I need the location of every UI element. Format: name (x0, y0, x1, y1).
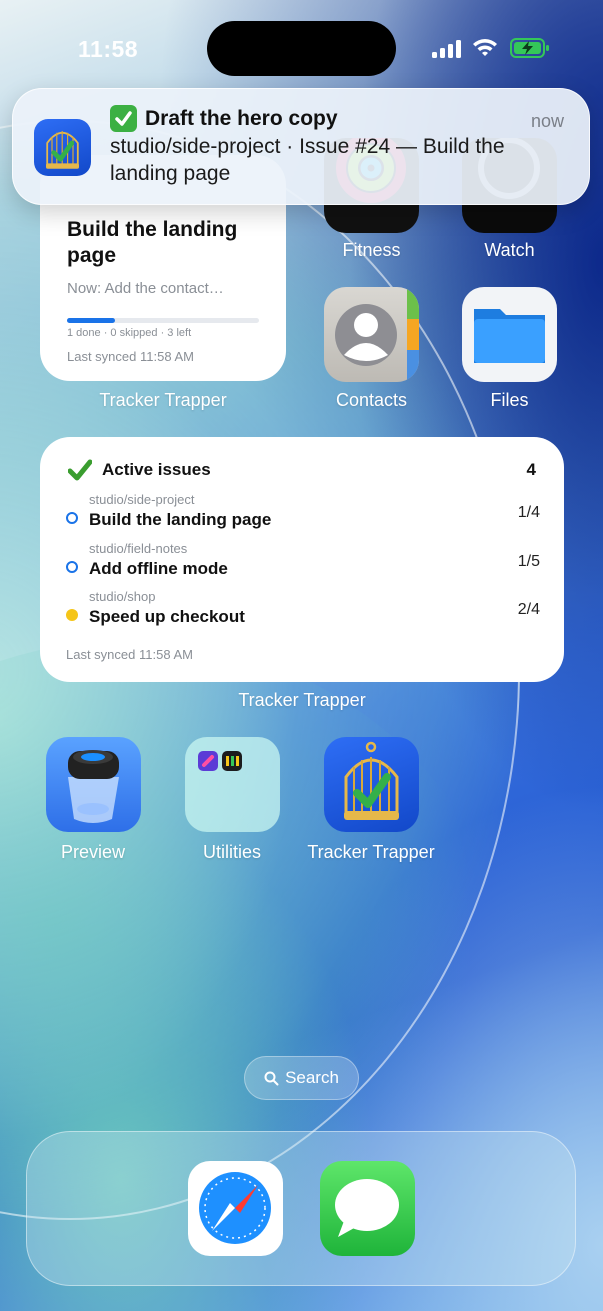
battery-charging-icon (510, 38, 549, 58)
notification-title-text: Draft the hero copy (145, 106, 338, 130)
files-label: Files (490, 390, 529, 410)
wifi-icon (473, 39, 497, 56)
issue-row[interactable]: studio/side-project Build the landing pa… (66, 492, 540, 536)
widget-last-synced: Last synced 11:58 AM (67, 349, 194, 364)
messages-app-icon[interactable] (320, 1161, 415, 1256)
active-issues-widget[interactable]: Active issues 4 studio/side-project Buil… (40, 437, 564, 682)
issue-row[interactable]: studio/shop Speed up checkout 2/4 (66, 589, 540, 633)
search-label: Search (285, 1068, 339, 1087)
home-search-button[interactable]: Search (244, 1056, 359, 1100)
widget-progress-bar (67, 318, 259, 323)
status-time: 11:58 (78, 36, 139, 62)
contacts-label: Contacts (335, 390, 408, 410)
preview-app-icon[interactable] (46, 737, 141, 832)
tracker-trapper-notification-icon (34, 119, 91, 176)
active-issues-count: 4 (526, 460, 536, 479)
small-widget-caption: Tracker Trapper (99, 390, 227, 410)
widget-progress-stats: 1 done · 0 skipped · 3 left (67, 327, 192, 339)
active-issues-header: Active issues (68, 459, 211, 481)
widget-current-task: Now: Add the contact… (67, 280, 224, 297)
issue-name: Speed up checkout (89, 607, 245, 626)
dock (26, 1131, 576, 1286)
active-issues-last-synced: Last synced 11:58 AM (66, 647, 193, 662)
watch-label: Watch (484, 240, 535, 260)
issue-repo: studio/field-notes (89, 541, 188, 556)
safari-app-icon[interactable] (188, 1161, 283, 1256)
status-bar: 11:58 (0, 0, 603, 90)
notification-title: Draft the hero copy (110, 105, 338, 132)
utilities-label: Utilities (202, 842, 261, 862)
issue-status-dot (66, 512, 78, 524)
check-mark-icon (68, 459, 92, 481)
notification-body: studio/side-project · Issue #24 — Build … (110, 135, 505, 185)
notification-banner[interactable]: Draft the hero copy now studio/side-proj… (12, 88, 590, 205)
utilities-folder-icon[interactable] (185, 737, 280, 832)
issue-progress: 1/5 (517, 553, 540, 570)
big-widget-caption: Tracker Trapper (238, 690, 366, 710)
cellular-signal-icon (432, 40, 462, 58)
widget-issue-title: Build the landing page (67, 218, 238, 267)
tracker-trapper-label: Tracker Trapper (307, 842, 435, 862)
preview-label: Preview (60, 842, 126, 862)
issue-status-dot (66, 561, 78, 573)
notification-time: now (530, 111, 564, 131)
issue-name: Build the landing page (89, 510, 272, 529)
issue-name: Add offline mode (89, 559, 228, 578)
issue-repo: studio/side-project (89, 492, 195, 507)
tracker-trapper-app-icon[interactable] (324, 737, 419, 832)
issue-progress: 2/4 (517, 601, 540, 618)
issue-repo: studio/shop (89, 589, 156, 604)
issue-progress: 1/4 (517, 504, 540, 521)
contacts-app-icon[interactable] (324, 287, 419, 382)
issue-row[interactable]: studio/field-notes Add offline mode 1/5 (66, 541, 540, 585)
check-mark-emoji-icon (110, 105, 137, 132)
dynamic-island (207, 21, 396, 76)
issue-status-dot (66, 609, 78, 621)
active-issues-title: Active issues (102, 460, 211, 479)
files-app-icon[interactable] (462, 287, 557, 382)
fitness-label: Fitness (342, 240, 401, 260)
search-icon (264, 1071, 279, 1085)
